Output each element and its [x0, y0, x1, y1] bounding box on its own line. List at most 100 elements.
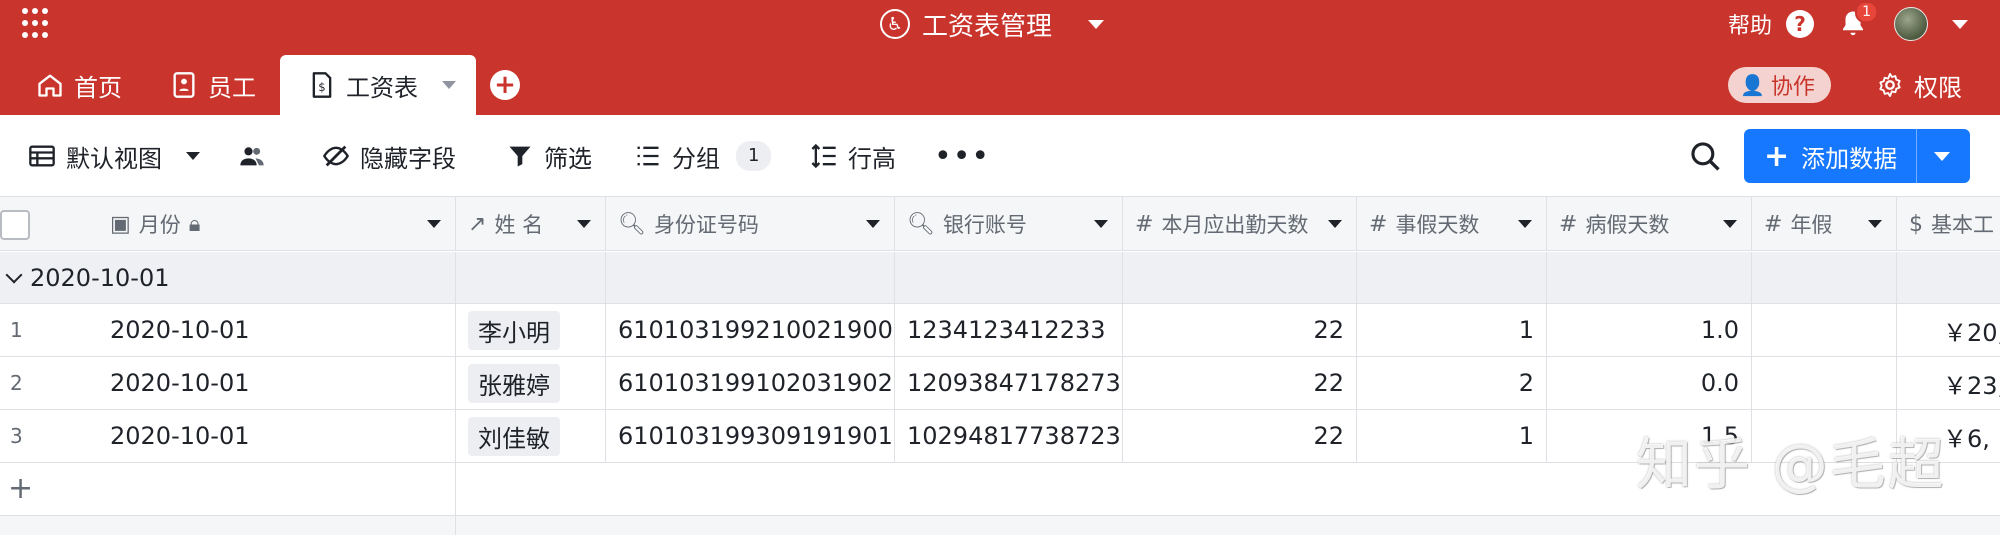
link-icon: ↗: [468, 211, 487, 237]
column-header-name[interactable]: ↗ 姓 名: [456, 197, 606, 251]
plus-icon[interactable]: +: [8, 471, 33, 506]
chevron-down-icon[interactable]: [577, 220, 591, 228]
chevron-down-icon[interactable]: [1952, 19, 1968, 29]
add-table-button[interactable]: +: [490, 70, 520, 100]
column-header-label: 姓 名: [494, 213, 544, 237]
chevron-down-icon[interactable]: [442, 81, 456, 89]
select-all-checkbox[interactable]: [0, 210, 30, 240]
watermark: 知乎 @毛超: [1636, 433, 1946, 498]
column-header-id-number[interactable]: 🔍︎ 身份证号码: [606, 197, 895, 251]
chevron-down-icon[interactable]: [427, 220, 441, 228]
group-label: 分组: [672, 144, 720, 173]
cell-bank-account[interactable]: 12093847178273: [895, 357, 1123, 409]
name-tag[interactable]: 张雅婷: [468, 363, 560, 403]
cell-month[interactable]: 2020-10-01: [0, 357, 456, 409]
cell-name[interactable]: 李小明: [456, 304, 606, 356]
cell-name[interactable]: 张雅婷: [456, 357, 606, 409]
column-header-work-days[interactable]: # 本月应出勤天数: [1123, 197, 1357, 251]
cell-id-number[interactable]: 610103199210021900: [606, 304, 895, 356]
chevron-down-icon[interactable]: [1518, 220, 1532, 228]
group-button[interactable]: 分组 1: [634, 115, 772, 197]
add-person-icon: 👤: [1740, 73, 1765, 97]
cell-bank-account[interactable]: 10294817738723: [895, 410, 1123, 462]
cell-personal-leave[interactable]: 2: [1357, 357, 1547, 409]
cell-work-days[interactable]: 22: [1123, 304, 1357, 356]
grid-footer: [0, 516, 2000, 535]
permissions-button[interactable]: 权限: [1876, 65, 1962, 105]
chevron-down-icon[interactable]: [1868, 220, 1882, 228]
collaborate-button[interactable]: 👤 协作: [1728, 67, 1831, 103]
chevron-down-icon[interactable]: [5, 266, 23, 284]
number-icon: #: [1764, 211, 1783, 237]
column-header-bank-account[interactable]: 🔍︎ 银行账号: [895, 197, 1123, 251]
table-row[interactable]: 1 2020-10-01 李小明 610103199210021900 1234…: [0, 304, 2000, 357]
header-right: 帮助 ? 1: [1728, 1, 1968, 44]
search-icon[interactable]: [1688, 139, 1722, 173]
name-tag[interactable]: 刘佳敏: [468, 416, 560, 456]
tab-employees[interactable]: 员工: [146, 55, 280, 115]
cell-name[interactable]: 刘佳敏: [456, 410, 606, 462]
cell-id-number[interactable]: 610103199309191901: [606, 410, 895, 462]
number-icon: #: [1369, 211, 1388, 237]
help-icon[interactable]: ?: [1786, 10, 1814, 38]
column-header-label: 基本工: [1931, 213, 1994, 237]
cell-month[interactable]: 2020-10-01: [0, 304, 456, 356]
chevron-down-icon[interactable]: [186, 152, 200, 160]
cell-id-number[interactable]: 610103199102031902: [606, 357, 895, 409]
chevron-down-icon[interactable]: [1934, 152, 1950, 161]
id-card-icon: [173, 72, 195, 98]
column-header-base-salary[interactable]: $ 基本工: [1897, 197, 2000, 251]
currency-icon: $: [1909, 211, 1923, 237]
cell-personal-leave[interactable]: 1: [1357, 304, 1547, 356]
base-title[interactable]: ♿︎ 工资表管理: [880, 4, 1105, 44]
chevron-down-icon[interactable]: [1723, 220, 1737, 228]
table-view-icon: [29, 145, 55, 167]
name-tag[interactable]: 李小明: [468, 310, 560, 350]
column-header-month[interactable]: ▣ 月份 🔒︎: [0, 197, 456, 251]
tab-payroll[interactable]: $ 工资表: [280, 55, 476, 115]
view-toolbar: 默认视图 隐藏字段 筛选 分组 1 行高 •••: [0, 115, 2000, 197]
table-tabs: 首页 员工 $ 工资表 +: [0, 55, 520, 115]
group-label: 2020-10-01: [30, 264, 170, 292]
chevron-down-icon[interactable]: [866, 220, 880, 228]
group-toggle[interactable]: 2020-10-01: [5, 252, 170, 304]
cell-sick-leave[interactable]: 0.0: [1547, 357, 1752, 409]
user-avatar[interactable]: [1894, 7, 1928, 41]
cell-base-salary[interactable]: ￥23,: [1897, 357, 2000, 409]
column-header-sick-leave[interactable]: # 病假天数: [1547, 197, 1752, 251]
cell-work-days[interactable]: 22: [1123, 410, 1357, 462]
app-grid-icon[interactable]: [22, 8, 54, 40]
row-height-button[interactable]: 行高: [810, 115, 896, 197]
members-button[interactable]: [238, 115, 266, 197]
table-row[interactable]: 2 2020-10-01 张雅婷 610103199102031902 1209…: [0, 357, 2000, 410]
tab-home[interactable]: 首页: [0, 55, 146, 115]
tab-payroll-label: 工资表: [346, 73, 418, 102]
cell-annual-leave[interactable]: [1752, 357, 1897, 409]
more-options-button[interactable]: •••: [934, 115, 990, 197]
view-label: 默认视图: [66, 144, 162, 173]
help-link[interactable]: 帮助: [1728, 8, 1772, 40]
add-data-button[interactable]: + 添加数据: [1744, 129, 1970, 183]
hide-fields-button[interactable]: 隐藏字段: [322, 115, 456, 197]
notification-button[interactable]: 1: [1838, 1, 1878, 39]
cell-personal-leave[interactable]: 1: [1357, 410, 1547, 462]
chevron-down-icon[interactable]: [1328, 220, 1342, 228]
chevron-down-icon[interactable]: [1088, 19, 1105, 29]
cell-base-salary[interactable]: ￥20,: [1897, 304, 2000, 356]
cell-month[interactable]: 2020-10-01: [0, 410, 456, 462]
column-header-annual-leave[interactable]: # 年假: [1752, 197, 1897, 251]
group-header-row[interactable]: 2020-10-01: [0, 252, 2000, 304]
cell-bank-account[interactable]: 1234123412233: [895, 304, 1123, 356]
view-selector[interactable]: 默认视图: [28, 115, 200, 197]
cell-annual-leave[interactable]: [1752, 304, 1897, 356]
permissions-label: 权限: [1914, 73, 1962, 102]
home-icon: [38, 74, 62, 97]
column-header-label: 病假天数: [1585, 213, 1670, 237]
cell-work-days[interactable]: 22: [1123, 357, 1357, 409]
column-header-personal-leave[interactable]: # 事假天数: [1357, 197, 1547, 251]
cell-sick-leave[interactable]: 1.0: [1547, 304, 1752, 356]
group-count-badge: 1: [736, 141, 772, 171]
filter-button[interactable]: 筛选: [506, 115, 592, 197]
top-header: ♿︎ 工资表管理 帮助 ? 1 首页 员工 $ 工资表 + 👤 协作 权限: [0, 0, 2000, 115]
chevron-down-icon[interactable]: [1094, 220, 1108, 228]
